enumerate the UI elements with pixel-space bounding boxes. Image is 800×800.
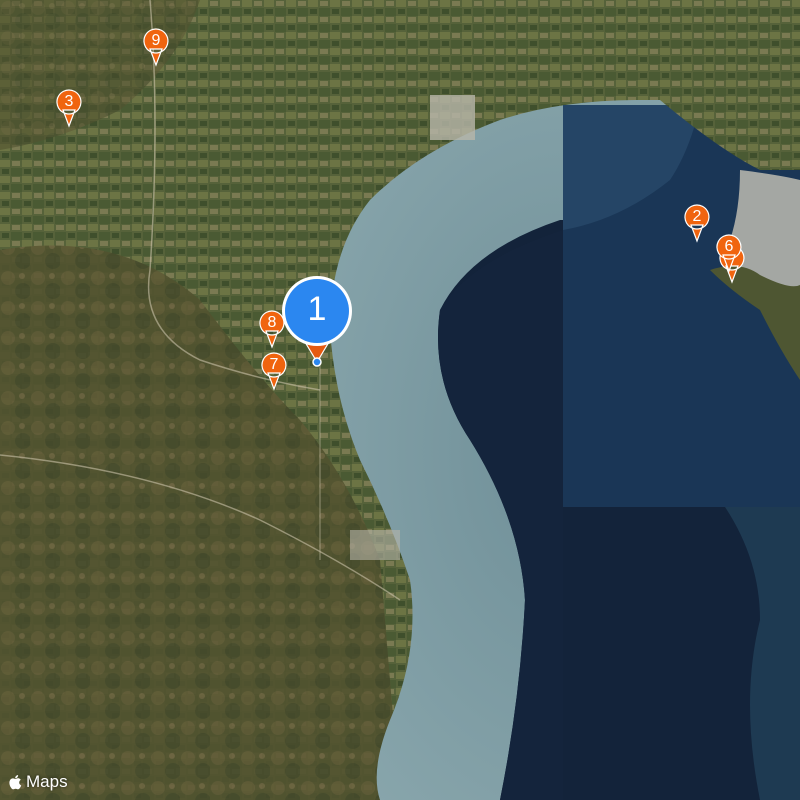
map-pin-label: 3 bbox=[64, 93, 74, 110]
south-town bbox=[350, 530, 400, 560]
apple-logo-icon bbox=[9, 775, 22, 790]
map-pin-label: 6 bbox=[724, 238, 734, 255]
map-pin-1-selected[interactable]: 1 bbox=[280, 274, 354, 370]
map-pin-label: 9 bbox=[151, 32, 161, 49]
satellite-map[interactable] bbox=[0, 0, 800, 800]
map-pin-6[interactable]: 6 bbox=[715, 233, 743, 273]
maps-attribution[interactable]: Maps bbox=[8, 772, 68, 792]
map-pin-3[interactable]: 3 bbox=[55, 88, 83, 128]
map-pin-2[interactable]: 2 bbox=[683, 203, 711, 243]
attribution-text: Maps bbox=[26, 772, 68, 791]
map-pin-label: 2 bbox=[692, 208, 702, 225]
north-town bbox=[430, 95, 475, 140]
map-pin-label: 1 bbox=[307, 290, 327, 328]
map-pin-9[interactable]: 9 bbox=[142, 27, 170, 67]
